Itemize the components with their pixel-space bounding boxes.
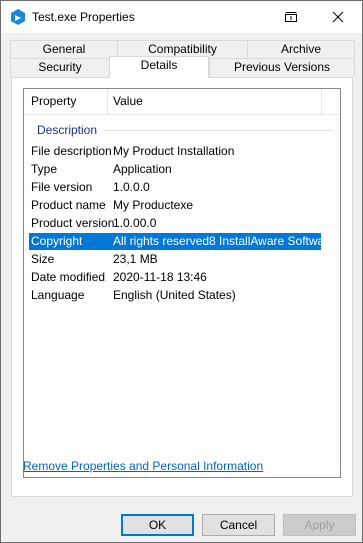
window-title: Test.exe Properties	[32, 10, 135, 24]
list-header: Property Value	[24, 89, 340, 115]
app-icon	[9, 8, 27, 26]
close-button[interactable]	[315, 1, 361, 33]
row-value: My Product Installation	[113, 144, 235, 158]
close-icon	[332, 11, 344, 23]
details-row[interactable]: File version 1.0.0.0	[29, 179, 321, 196]
row-property: Product name	[31, 198, 106, 212]
row-property: File version	[31, 180, 93, 194]
details-panel: Property Value Description File descript…	[11, 77, 353, 497]
row-property: Size	[31, 252, 55, 266]
row-property: Type	[31, 162, 58, 176]
dialog-footer: OK Cancel Apply	[1, 507, 362, 542]
remove-properties-link[interactable]: Remove Properties and Personal Informati…	[23, 459, 263, 473]
row-value: All rights reserved8 InstallAware Softwa…	[113, 234, 335, 248]
tab-details[interactable]: Details	[109, 56, 209, 78]
details-row[interactable]: File description My Product Installation	[29, 143, 321, 160]
details-row[interactable]: Product version 1.0.00.0	[29, 215, 321, 232]
details-row[interactable]: Size 23,1 MB	[29, 251, 321, 268]
group-header-description: Description	[37, 123, 98, 137]
row-property: Product version	[31, 216, 115, 230]
row-property: Date modified	[31, 270, 106, 284]
row-value: 1.0.00.0	[113, 216, 157, 230]
tab-security[interactable]: Security	[10, 58, 110, 77]
details-row[interactable]: Language English (United States)	[29, 287, 321, 304]
row-value: My Productexe	[113, 198, 194, 212]
title-bar: Test.exe Properties	[1, 1, 362, 33]
row-value: Application	[113, 162, 172, 176]
row-property: Language	[31, 288, 85, 302]
row-value: 1.0.0.0	[113, 180, 150, 194]
details-row[interactable]: Product name My Productexe	[29, 197, 321, 214]
column-header-property[interactable]: Property	[24, 89, 108, 114]
details-row[interactable]: Date modified 2020-11-18 13:46	[29, 269, 321, 286]
details-row[interactable]: Type Application	[29, 161, 321, 178]
row-value: English (United States)	[113, 288, 236, 302]
row-value: 2020-11-18 13:46	[113, 270, 207, 284]
restore-button[interactable]	[268, 1, 314, 33]
tab-previous-versions[interactable]: Previous Versions	[209, 58, 355, 77]
details-row[interactable]: Copyright All rights reserved8 InstallAwa…	[29, 233, 335, 250]
cancel-button[interactable]: Cancel	[202, 514, 275, 536]
ok-button[interactable]: OK	[121, 514, 194, 536]
apply-button[interactable]: Apply	[283, 514, 356, 536]
tab-general[interactable]: General	[10, 40, 118, 59]
details-list[interactable]: Property Value Description File descript…	[23, 88, 341, 478]
column-header-value[interactable]: Value	[108, 89, 322, 114]
row-property: File description	[31, 144, 112, 158]
properties-dialog: Test.exe Properties General Compatibilit…	[0, 0, 363, 543]
row-property: Copyright	[31, 234, 83, 248]
group-divider	[104, 130, 332, 131]
tab-archive[interactable]: Archive	[247, 40, 355, 59]
restore-icon	[285, 12, 297, 22]
row-value: 23,1 MB	[113, 252, 158, 266]
